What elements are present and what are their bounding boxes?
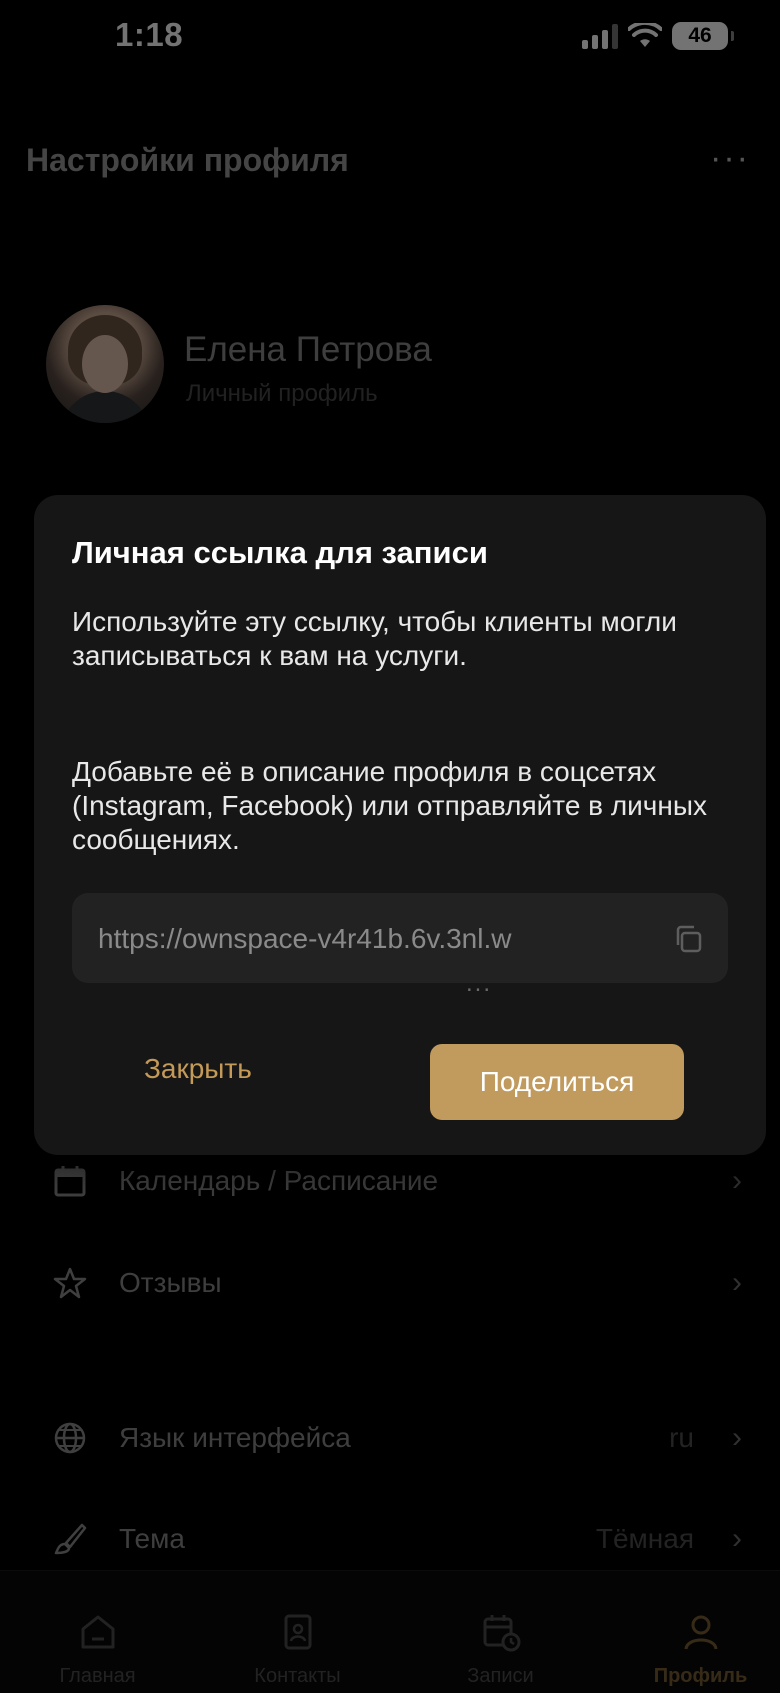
tab-label: Профиль (653, 1665, 748, 1687)
menu-item-label: Отзывы (119, 1267, 222, 1298)
phone-screen: 1:18 46 Настройки профиля ··· Елена Петр… (0, 0, 780, 1693)
chevron-right-icon: › (732, 1522, 742, 1555)
menu-item-value: ru (669, 1422, 694, 1453)
page-title: Настройки профиля (26, 142, 349, 178)
signal-icon (582, 23, 618, 49)
menu-item-label: Язык интерфейса (119, 1422, 351, 1453)
dialog-text-share-hint: Добавьте её в описание профиля в соцсетя… (72, 756, 707, 855)
dialog-text-usage: Используйте эту ссылку, чтобы клиенты мо… (72, 606, 677, 671)
menu-item-value: Тёмная (595, 1523, 694, 1554)
menu-item-language[interactable]: Язык интерфейса ru › (0, 1393, 780, 1483)
chevron-right-icon: › (732, 1164, 742, 1197)
tab-contacts[interactable]: Контакты (200, 1571, 395, 1693)
globe-icon (54, 1422, 86, 1454)
profile-name: Елена Петрова (184, 330, 432, 369)
menu-item-label: Тема (119, 1523, 185, 1554)
brush-icon (54, 1523, 87, 1555)
profile-icon (684, 1615, 717, 1650)
share-button[interactable]: Поделиться (430, 1044, 684, 1120)
close-button[interactable]: Закрыть (144, 1053, 252, 1085)
calendar-icon (54, 1166, 86, 1197)
link-overflow-ellipsis: ... (466, 970, 493, 997)
booking-link-field[interactable]: https://ownspace-v4r41b.6v.3nl.w (72, 893, 728, 983)
booking-link-text: https://ownspace-v4r41b.6v.3nl.w (98, 923, 512, 954)
dialog-title: Личная ссылка для записи (72, 535, 488, 570)
tab-profile[interactable]: Профиль (603, 1571, 780, 1693)
tab-home[interactable]: Главная (0, 1571, 195, 1693)
contacts-icon (284, 1614, 311, 1650)
menu-item-label: Календарь / Расписание (119, 1165, 439, 1196)
chevron-right-icon: › (732, 1266, 742, 1299)
battery-icon: 46 (672, 22, 734, 50)
booking-link-dialog: Личная ссылка для записи Используйте эту… (34, 495, 766, 1155)
tab-label: Главная (59, 1665, 136, 1687)
status-bar: 1:18 46 (0, 0, 780, 80)
status-icons: 46 (582, 22, 734, 50)
tab-bar: Главная Контакты Записи Профиль (0, 1570, 780, 1693)
tab-appointments[interactable]: Записи (403, 1571, 598, 1693)
avatar[interactable] (46, 305, 164, 423)
home-icon (81, 1615, 114, 1649)
menu-item-reviews[interactable]: Отзывы › (0, 1238, 780, 1328)
copy-icon[interactable] (672, 923, 704, 955)
more-options-button[interactable]: ··· (710, 141, 750, 175)
tab-label: Контакты (254, 1665, 341, 1687)
tab-label: Записи (467, 1665, 534, 1687)
profile-subtitle: Личный профиль (186, 380, 378, 407)
appointments-icon (483, 1615, 520, 1652)
chevron-right-icon: › (732, 1421, 742, 1454)
wifi-icon (628, 23, 662, 47)
status-time: 1:18 (115, 16, 184, 53)
star-icon (53, 1267, 87, 1299)
